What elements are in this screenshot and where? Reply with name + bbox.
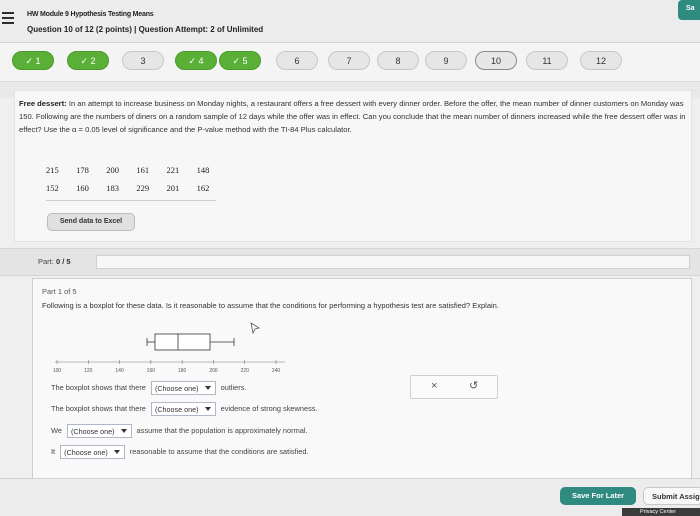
axis-tick-label: 140 [115, 368, 124, 374]
close-icon[interactable]: × [431, 380, 437, 392]
submit-assignment-button[interactable]: Submit Assig [643, 487, 700, 505]
answer-row: The boxplot shows that there (Choose one… [51, 402, 318, 416]
axis-tick-label: 200 [209, 368, 218, 374]
table-divider [46, 200, 216, 201]
axis-tick-label: 240 [272, 368, 281, 374]
chevron-down-icon [204, 407, 211, 411]
part-title: Part 1 of 5 [42, 287, 77, 296]
normality-select[interactable]: (Choose one) [67, 424, 132, 438]
menu-icon[interactable] [2, 12, 14, 24]
axis-tick-label: 160 [147, 368, 156, 374]
answer-actions: × ↺ [410, 375, 498, 399]
question-5-button[interactable]: ✓ 5 [219, 51, 261, 70]
axis-tick-label: 100 [53, 368, 62, 374]
part-progress-track [96, 255, 690, 269]
page-title: HW Module 9 Hypothesis Testing Means [27, 11, 154, 18]
outliers-select[interactable]: (Choose one) [150, 381, 216, 395]
question-7-button[interactable]: 7 [328, 51, 370, 70]
boxplot-box [154, 333, 211, 351]
undo-icon[interactable]: ↺ [469, 379, 478, 392]
part-panel: Part 1 of 5 Following is a boxplot for t… [32, 278, 692, 480]
chevron-down-icon [113, 450, 120, 454]
question-1-button[interactable]: ✓ 1 [12, 51, 54, 70]
question-11-button[interactable]: 11 [526, 51, 568, 70]
question-body: In an attempt to increase business on Mo… [19, 99, 686, 134]
question-navigation: ✓ 1 ✓ 2 3 ✓ 4 ✓ 5 6 7 8 9 10 11 12 [0, 43, 700, 82]
boxplot: 100 120 140 160 180 200 220 240 [53, 333, 285, 374]
question-6-button[interactable]: 6 [276, 51, 318, 70]
part-progress-text: 0 / 5 [55, 257, 71, 266]
question-8-button[interactable]: 8 [377, 51, 419, 70]
question-status: Question 10 of 12 (2 points) | Question … [27, 25, 264, 34]
question-text: Free dessert: In an attempt to increase … [19, 97, 687, 136]
part-prompt: Following is a boxplot for these data. I… [42, 301, 499, 310]
data-row: 152 160 183 229 201 162 [46, 183, 210, 193]
question-4-button[interactable]: ✓ 4 [175, 51, 217, 70]
question-2-button[interactable]: ✓ 2 [67, 51, 109, 70]
question-3-button[interactable]: 3 [122, 51, 164, 70]
chevron-down-icon [120, 429, 127, 433]
footer: Save For Later Submit Assig Privacy Cent… [0, 478, 700, 516]
question-12-button[interactable]: 12 [580, 51, 622, 70]
axis-tick-label: 220 [241, 368, 250, 374]
answer-row: We (Choose one) assume that the populati… [51, 424, 308, 438]
save-button[interactable]: Sa [678, 0, 700, 20]
save-for-later-button[interactable]: Save For Later [560, 487, 636, 505]
conditions-select[interactable]: (Choose one) [60, 445, 125, 459]
answer-row: The boxplot shows that there (Choose one… [51, 381, 246, 395]
part-label: Part: 0 / 5 [38, 257, 71, 266]
part-progress-bar: Part: 0 / 5 [0, 248, 700, 276]
answer-row: It (Choose one) reasonable to assume tha… [51, 445, 309, 459]
question-9-button[interactable]: 9 [425, 51, 467, 70]
header: HW Module 9 Hypothesis Testing Means Que… [0, 0, 700, 43]
axis-tick-label: 120 [84, 368, 93, 374]
axis-tick-label: 180 [178, 368, 187, 374]
question-10-button[interactable]: 10 [475, 51, 517, 70]
send-to-excel-button[interactable]: Send data to Excel [47, 213, 135, 231]
skewness-select[interactable]: (Choose one) [150, 402, 216, 416]
data-row: 215 178 200 161 221 148 [46, 165, 210, 175]
question-lead: Free dessert: [19, 99, 67, 108]
chevron-down-icon [204, 386, 211, 390]
